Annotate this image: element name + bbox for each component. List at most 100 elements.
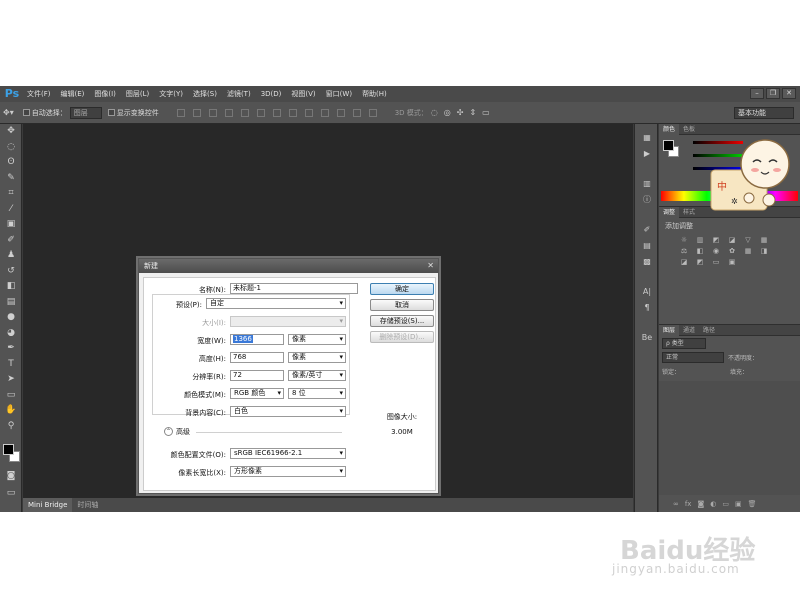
profile-dropdown[interactable]: sRGB IEC61966-2.1: [230, 448, 346, 459]
gradient-map-icon[interactable]: ▭: [711, 258, 721, 267]
photo-filter-icon[interactable]: ◉: [711, 247, 721, 256]
link-icon[interactable]: ∞: [673, 500, 679, 508]
distribute-left-icon[interactable]: [320, 108, 329, 117]
type-icon[interactable]: T: [0, 357, 22, 373]
align-bottom-icon[interactable]: [208, 108, 217, 117]
restore-button[interactable]: ❐: [766, 88, 780, 99]
auto-align-icon[interactable]: [368, 108, 377, 117]
background-dropdown[interactable]: 白色: [230, 406, 346, 417]
tab-swatches[interactable]: 色板: [679, 124, 699, 135]
path-select-icon[interactable]: ➤: [0, 372, 22, 388]
black-white-icon[interactable]: ◧: [695, 247, 705, 256]
zoom-icon[interactable]: ⚲: [0, 419, 22, 435]
properties-icon[interactable]: ▥: [635, 176, 659, 192]
resolution-input[interactable]: 72: [230, 370, 284, 381]
eyedropper-icon[interactable]: ⁄: [0, 202, 22, 218]
panel-foreground-swatch[interactable]: [663, 140, 674, 151]
layers-filter-dropdown[interactable]: ρ 类型: [662, 337, 706, 349]
shape-icon[interactable]: ▭: [0, 388, 22, 404]
menu-filter[interactable]: 滤镜(T): [222, 86, 256, 102]
dialog-close-icon[interactable]: ✕: [427, 261, 434, 271]
healing-icon[interactable]: ▣: [0, 217, 22, 233]
brush-icon[interactable]: ✐: [0, 233, 22, 249]
screen-mode-icon[interactable]: ▭: [0, 486, 22, 502]
channel-mixer-icon[interactable]: ✿: [727, 247, 737, 256]
info-icon[interactable]: ⓘ: [635, 192, 659, 208]
actions-icon[interactable]: ▶: [635, 146, 659, 162]
tab-adjustments[interactable]: 调整: [659, 206, 680, 218]
menu-help[interactable]: 帮助(H): [357, 86, 392, 102]
crop-icon[interactable]: ⌗: [0, 186, 22, 202]
menu-window[interactable]: 窗口(W): [321, 86, 357, 102]
hue-icon[interactable]: ▦: [759, 236, 769, 245]
width-input[interactable]: 1366: [230, 334, 284, 345]
align-left-icon[interactable]: [224, 108, 233, 117]
levels-icon[interactable]: ▥: [695, 236, 705, 245]
new-layer-icon[interactable]: ▣: [735, 500, 742, 508]
color-balance-icon[interactable]: ⚖: [679, 247, 689, 256]
distribute-bottom-icon[interactable]: [304, 108, 313, 117]
move-tool-icon[interactable]: ✥▾: [3, 108, 14, 117]
distribute-hcenter-icon[interactable]: [336, 108, 345, 117]
quick-select-icon[interactable]: ✎: [0, 171, 22, 187]
brightness-icon[interactable]: ☼: [679, 236, 689, 245]
tab-styles[interactable]: 样式: [679, 207, 699, 218]
auto-select-dropdown[interactable]: 图层: [69, 106, 102, 119]
menu-select[interactable]: 选择(S): [188, 86, 222, 102]
brush-presets-icon[interactable]: ✐: [635, 222, 659, 238]
menu-view[interactable]: 视图(V): [286, 86, 320, 102]
hand-icon[interactable]: ✋: [0, 403, 22, 419]
paragraph-icon[interactable]: ¶: [635, 300, 659, 316]
preset-dropdown[interactable]: 自定: [206, 298, 346, 309]
menu-file[interactable]: 文件(F): [22, 86, 56, 102]
name-input[interactable]: 未标题-1: [230, 283, 358, 294]
menu-3d[interactable]: 3D(D): [256, 86, 287, 102]
align-hcenter-icon[interactable]: [240, 108, 249, 117]
close-button[interactable]: ✕: [782, 88, 796, 99]
adjust-layer-icon[interactable]: ◐: [710, 500, 716, 508]
bit-depth-dropdown[interactable]: 8 位: [288, 388, 346, 399]
history-icon[interactable]: ▦: [635, 130, 659, 146]
distribute-right-icon[interactable]: [352, 108, 361, 117]
blur-icon[interactable]: ●: [0, 310, 22, 326]
threshold-icon[interactable]: ◩: [695, 258, 705, 267]
eraser-icon[interactable]: ◧: [0, 279, 22, 295]
distribute-top-icon[interactable]: [272, 108, 281, 117]
minimize-button[interactable]: –: [750, 88, 764, 99]
workspace-dropdown[interactable]: 基本功能: [734, 107, 794, 119]
brush-panel-icon[interactable]: ▤: [635, 238, 659, 254]
tab-color[interactable]: 颜色: [659, 123, 680, 135]
gradient-icon[interactable]: ▤: [0, 295, 22, 311]
menu-edit[interactable]: 编辑(E): [56, 86, 90, 102]
fx-icon[interactable]: fx: [685, 500, 692, 508]
height-unit-dropdown[interactable]: 像素: [288, 352, 346, 363]
pixel-aspect-dropdown[interactable]: 方形像素: [230, 466, 346, 477]
height-input[interactable]: 768: [230, 352, 284, 363]
quick-mask-icon[interactable]: ◙: [0, 469, 22, 485]
3d-roll-icon[interactable]: ◎: [444, 108, 451, 117]
move-icon[interactable]: ✥: [0, 124, 22, 140]
tab-channels[interactable]: 通道: [679, 325, 699, 336]
save-preset-button[interactable]: 存储预设(S)...: [370, 315, 434, 327]
tab-mini-bridge[interactable]: Mini Bridge: [23, 498, 73, 512]
cancel-button[interactable]: 取消: [370, 299, 434, 311]
mask-icon[interactable]: ◙: [697, 500, 704, 508]
history-brush-icon[interactable]: ↺: [0, 264, 22, 280]
3d-drag-icon[interactable]: ✣: [457, 108, 464, 117]
tab-timeline[interactable]: 时间轴: [72, 498, 103, 512]
dodge-icon[interactable]: ◕: [0, 326, 22, 342]
menu-type[interactable]: 文字(Y): [154, 86, 188, 102]
exposure-icon[interactable]: ◪: [727, 236, 737, 245]
vibrance-icon[interactable]: ▽: [743, 236, 753, 245]
menu-image[interactable]: 图像(I): [89, 86, 121, 102]
curves-icon[interactable]: ◩: [711, 236, 721, 245]
3d-rotate-icon[interactable]: ◌: [431, 108, 438, 117]
tab-paths[interactable]: 路径: [699, 325, 719, 336]
advanced-toggle-icon[interactable]: ⌃: [164, 427, 173, 436]
align-top-icon[interactable]: [176, 108, 185, 117]
blend-mode-dropdown[interactable]: 正常: [662, 351, 724, 363]
distribute-vcenter-icon[interactable]: [288, 108, 297, 117]
ok-button[interactable]: 确定: [370, 283, 434, 295]
stamp-icon[interactable]: ♟: [0, 248, 22, 264]
align-vcenter-icon[interactable]: [192, 108, 201, 117]
